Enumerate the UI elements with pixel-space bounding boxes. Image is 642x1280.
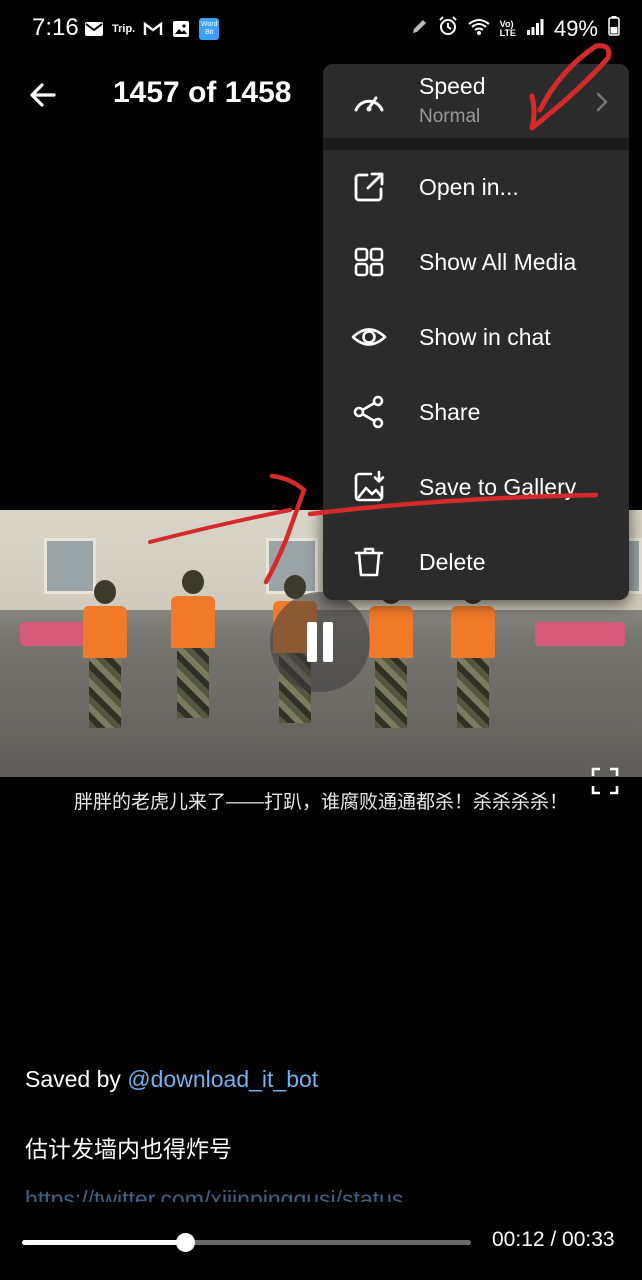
video-figure [366,580,416,728]
menu-item-show-in-chat[interactable]: Show in chat [323,300,629,374]
video-figure [80,580,130,728]
seek-bar-progress [22,1240,186,1245]
seek-bar[interactable] [22,1233,471,1252]
menu-divider [323,138,629,150]
grid-icon [351,244,387,280]
gmail-icon [143,19,163,39]
pen-icon [410,16,428,42]
menu-label-delete: Delete [419,549,486,575]
menu-item-show-all-media[interactable]: Show All Media [323,225,629,299]
menu-label-show-in-chat: Show in chat [419,324,551,350]
time-readout: 00:12 / 00:33 [492,1228,615,1251]
gallery-icon [171,19,191,39]
battery-icon [608,16,620,42]
wifi-icon [467,16,490,42]
menu-item-open-in[interactable]: Open in... [323,150,629,224]
menu-item-save-to-gallery[interactable]: Save to Gallery [323,450,629,524]
menu-label-save-to-gallery: Save to Gallery [419,474,577,500]
wordbit-icon: Word Bit [199,18,220,40]
seek-bar-thumb[interactable] [175,1233,195,1252]
back-arrow-icon[interactable] [24,76,62,114]
pause-button[interactable] [270,592,370,692]
menu-item-share[interactable]: Share [323,375,629,449]
bot-mention-link[interactable]: @download_it_bot [127,1066,318,1092]
speedometer-icon [351,83,387,119]
open-external-icon [351,169,387,205]
pause-icon [307,622,317,662]
status-bar: 7:16 Trip. Word Bit Vo) LTE 49% [0,0,642,60]
share-icon [351,394,387,430]
caption-text: 估计发墙内也得炸号 [25,1136,232,1162]
notification-icons: Trip. Word Bit [84,18,220,40]
system-status-icons: Vo) LTE 49% [410,16,620,42]
speed-value: Normal [419,106,481,127]
speed-label: Speed [419,73,486,99]
overflow-menu: Speed Normal Open in... Show All Media S… [323,64,629,600]
menu-item-delete[interactable]: Delete [323,525,629,599]
status-time: 7:16 [32,14,79,41]
volte-icon: Vo) LTE [499,19,516,38]
mail-icon [84,19,104,39]
menu-item-speed[interactable]: Speed Normal [323,64,629,138]
menu-label-open-in: Open in... [419,174,519,200]
caption-saved-by-prefix: Saved by [25,1066,128,1092]
caption-url-link[interactable]: https://twitter.com/xijinpingqusi/status [25,1186,525,1202]
video-subtitle: 胖胖的老虎儿来了——打趴，谁腐败通通都杀！杀杀杀杀！ [73,792,568,813]
video-flowerbed [535,622,625,646]
signal-icon [526,16,544,42]
chevron-right-icon [593,90,611,114]
trash-icon [351,544,387,580]
alarm-icon [438,16,458,42]
eye-icon [351,319,387,355]
video-figure [448,580,498,728]
media-counter: 1457 of 1458 [113,76,292,109]
battery-text: 49% [553,16,598,41]
caption-saved-by: Saved by @download_it_bot [25,1066,318,1093]
save-image-icon [351,469,387,505]
pause-icon [323,622,333,662]
menu-label-show-all-media: Show All Media [419,249,577,275]
menu-label-share: Share [419,399,481,425]
trip-icon: Trip. [112,23,136,35]
video-figure [168,570,218,718]
